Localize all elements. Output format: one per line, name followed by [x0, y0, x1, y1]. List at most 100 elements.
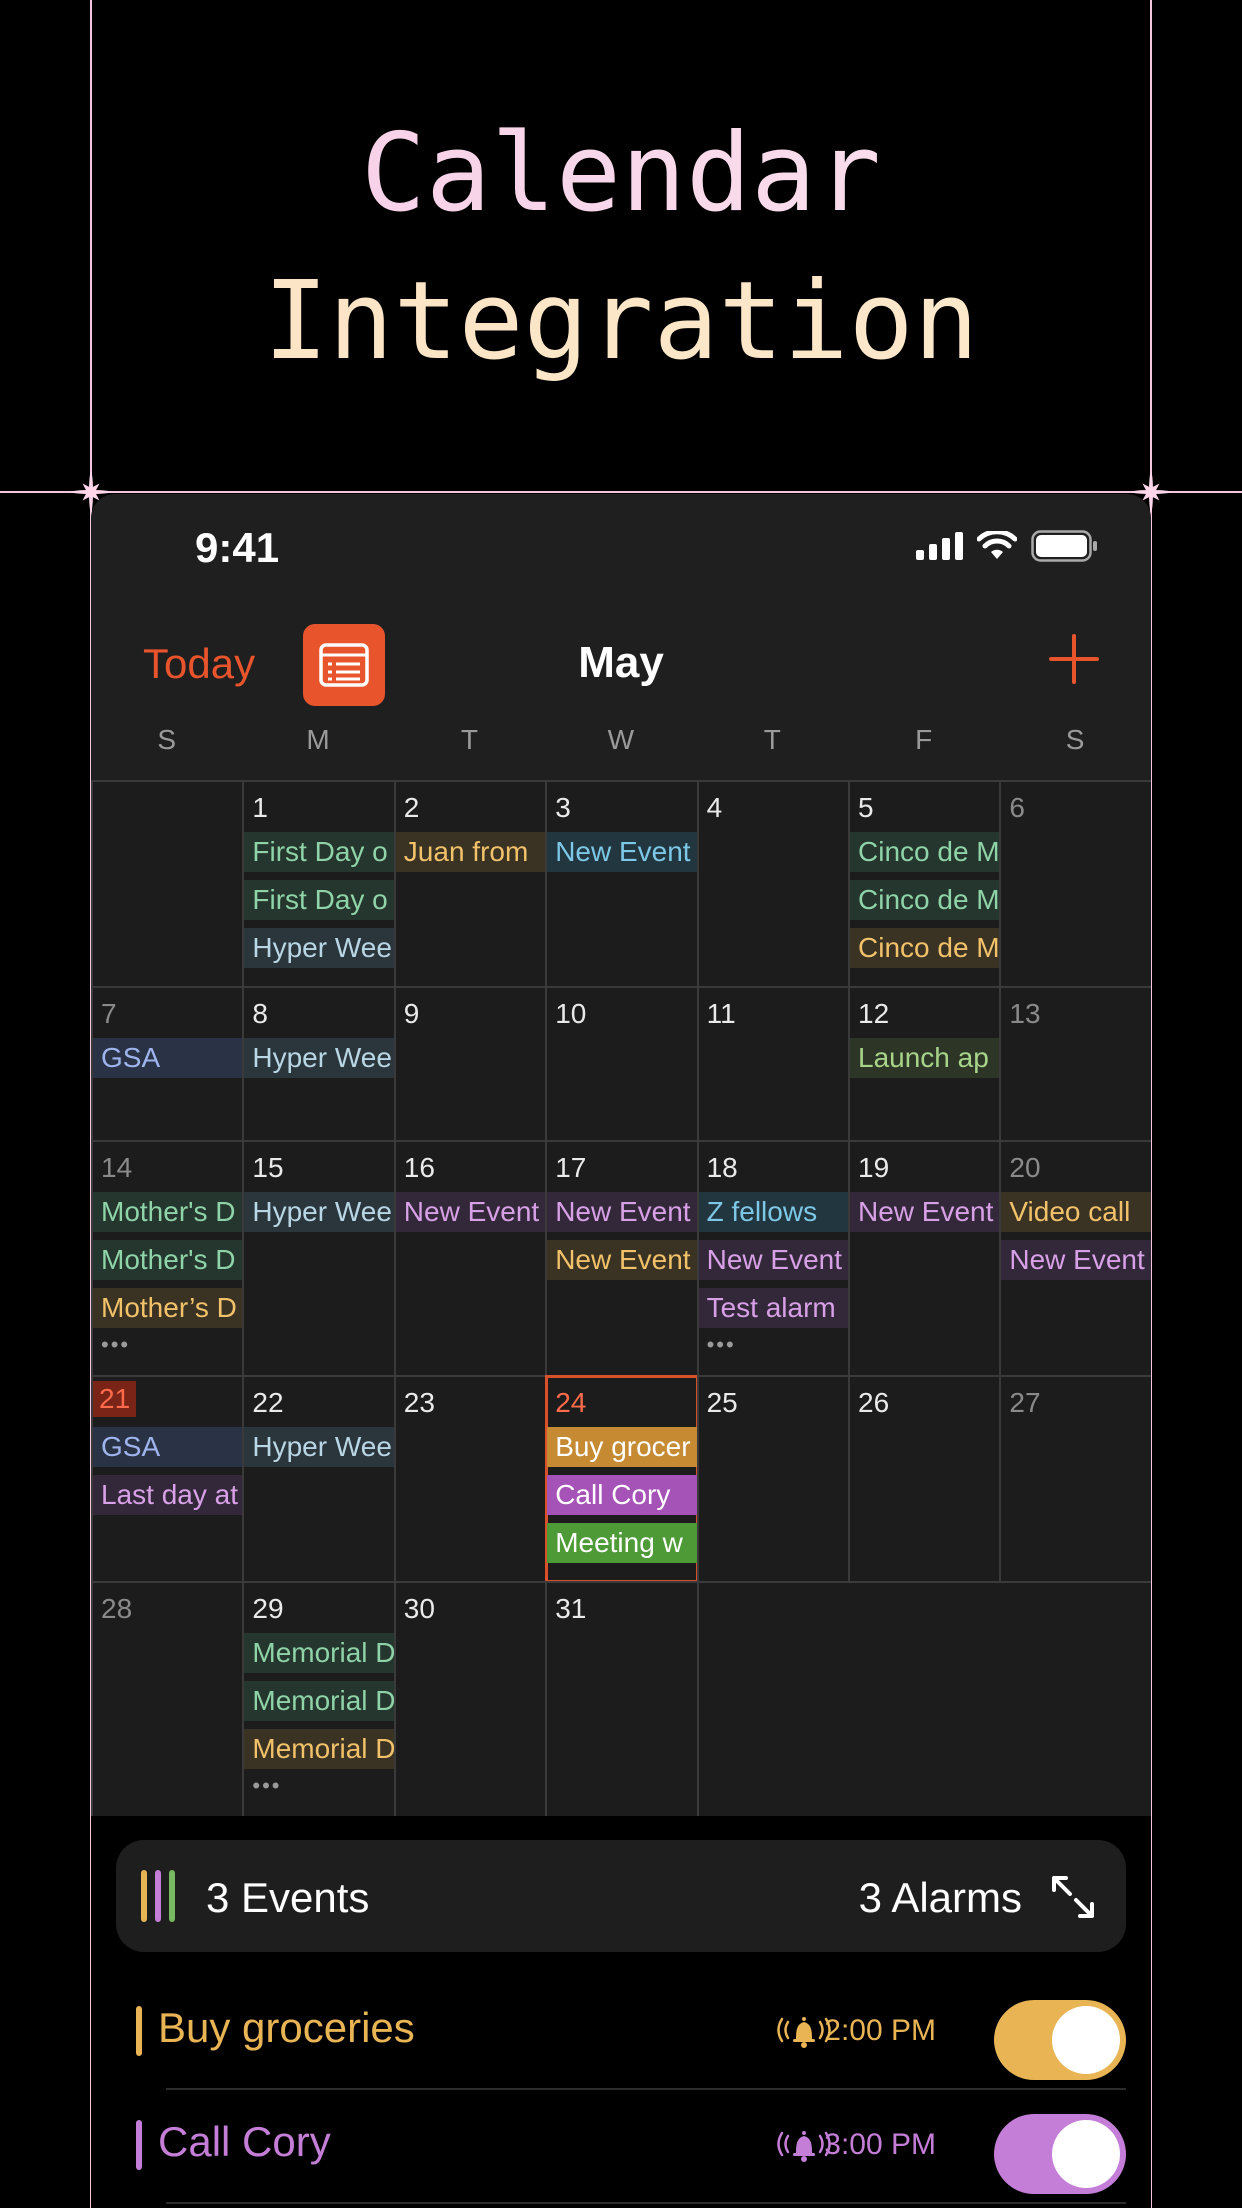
event-chip[interactable]: Meeting w [547, 1523, 699, 1563]
day-cell[interactable]: 28 [91, 1581, 245, 1818]
event-chip[interactable]: New Event [547, 832, 699, 872]
event-chip[interactable]: Mother's D [93, 1192, 245, 1232]
day-cell[interactable]: 11 [696, 986, 850, 1142]
more-events-indicator[interactable]: ••• [101, 1332, 130, 1358]
event-chip[interactable]: New Event [547, 1192, 699, 1232]
day-cell[interactable]: 30 [393, 1581, 548, 1818]
day-cell[interactable]: 18 Z fellows New Event Test alarm ••• [696, 1140, 850, 1377]
event-chip[interactable]: First Day o [244, 832, 396, 872]
day-number: 1 [252, 792, 268, 823]
calendar-toolbar: Today May [91, 614, 1151, 714]
event-chip[interactable]: New Event [850, 1192, 1002, 1232]
day-cell[interactable]: 4 [696, 780, 850, 988]
day-cell[interactable]: 1 First Day o First Day o Hyper Wee [242, 780, 396, 988]
day-cell[interactable]: 13 [999, 986, 1151, 1142]
expand-icon[interactable] [1048, 1872, 1098, 1922]
event-chip[interactable]: Hyper Wee [244, 1038, 396, 1078]
event-chip[interactable]: GSA [93, 1038, 245, 1078]
event-chip[interactable]: Launch ap [850, 1038, 1002, 1078]
day-cell[interactable]: 24 Buy grocer Call Cory Meeting w [545, 1375, 699, 1583]
day-cell[interactable]: 16 New Event [393, 1140, 548, 1377]
day-number: 15 [252, 1152, 284, 1183]
hero-title-line2: Integration [0, 248, 1242, 396]
event-chip[interactable]: Cinco de M [850, 880, 1002, 920]
alarms-count: 3 Alarms [858, 1874, 1022, 1921]
day-cell[interactable]: 29 Memorial D Memorial D Memorial D ••• [242, 1581, 396, 1818]
event-chip[interactable]: New Event [698, 1240, 850, 1280]
event-chip[interactable]: Hyper Wee [244, 1192, 396, 1232]
day-cell[interactable]: 8 Hyper Wee [242, 986, 396, 1142]
day-cell[interactable]: 23 [393, 1375, 548, 1583]
month-title: May [578, 638, 664, 687]
weekday-header: SMTWTFS [91, 724, 1151, 774]
alarm-toggle[interactable] [994, 2114, 1126, 2194]
day-cell[interactable]: 19 New Event [848, 1140, 1002, 1377]
event-chip[interactable]: New Event [547, 1240, 699, 1280]
day-cell[interactable]: 22 Hyper Wee [242, 1375, 396, 1583]
event-chip[interactable]: Memorial D [244, 1681, 396, 1721]
more-events-indicator[interactable]: ••• [707, 1332, 736, 1358]
event-chip[interactable]: Test alarm [698, 1288, 850, 1328]
day-number: 18 [706, 1152, 738, 1183]
alarm-row[interactable]: Call Cory 3:00 PM [136, 2090, 1126, 2200]
day-number: 20 [1009, 1152, 1041, 1183]
alarm-row[interactable]: Buy groceries 2:00 PM [136, 1976, 1126, 2086]
day-cell[interactable]: 5 Cinco de M Cinco de M Cinco de M [848, 780, 1002, 988]
day-cell[interactable]: 31 [545, 1581, 699, 1818]
battery-icon [1031, 530, 1097, 562]
event-chip[interactable]: Call Cory [547, 1475, 699, 1515]
event-chip[interactable]: Hyper Wee [244, 1427, 396, 1467]
day-number: 10 [555, 998, 587, 1029]
day-cell[interactable]: 2 Juan from [393, 780, 548, 988]
event-chip[interactable]: Cinco de M [850, 928, 1002, 968]
event-chip[interactable]: New Event [395, 1192, 548, 1232]
toggle-knob [1052, 2006, 1120, 2074]
event-chip[interactable]: Hyper Wee [244, 928, 396, 968]
event-chip[interactable]: Memorial D [244, 1729, 396, 1769]
weekday-label: S [1065, 724, 1085, 755]
day-cell[interactable]: 20 Video call New Event [999, 1140, 1151, 1377]
add-event-button[interactable] [1047, 632, 1101, 686]
day-number: 13 [1009, 998, 1041, 1029]
day-cell[interactable]: 6 [999, 780, 1151, 988]
day-number: 7 [101, 998, 117, 1029]
event-chip[interactable]: Cinco de M [850, 832, 1002, 872]
phone-screen: 9:41 Today May SMTWTFS 1 First Day o Fir… [91, 494, 1151, 2208]
event-chip[interactable]: First Day o [244, 880, 396, 920]
day-number: 16 [403, 1152, 435, 1183]
event-chip[interactable]: Z fellows [698, 1192, 850, 1232]
summary-bar[interactable]: 3 Events 3 Alarms [116, 1840, 1126, 1952]
day-cell[interactable]: 3 New Event [545, 780, 699, 988]
wifi-icon [977, 531, 1017, 559]
event-chip[interactable]: GSA [93, 1427, 245, 1467]
day-cell[interactable]: 14 Mother's D Mother's D Mother’s D ••• [91, 1140, 245, 1377]
day-cell[interactable]: 10 [545, 986, 699, 1142]
event-chip[interactable]: New Event [1001, 1240, 1151, 1280]
day-cell[interactable]: 27 [999, 1375, 1151, 1583]
day-number: 11 [706, 998, 736, 1029]
event-chip[interactable]: Mother’s D [93, 1288, 245, 1328]
weekday-label: T [460, 724, 479, 755]
event-chip[interactable]: Memorial D [244, 1633, 396, 1673]
hero-title-line1: Calendar [0, 100, 1242, 248]
event-chip[interactable]: Juan from [395, 832, 548, 872]
event-chip[interactable]: Video call [1001, 1192, 1151, 1232]
day-cell[interactable]: 12 Launch ap [848, 986, 1002, 1142]
event-chip[interactable]: Last day at [93, 1475, 245, 1515]
day-cell[interactable]: 21 GSA Last day at [91, 1375, 245, 1583]
day-cell[interactable]: 7 GSA [91, 986, 245, 1142]
event-chip[interactable]: Buy grocer [547, 1427, 699, 1467]
status-icons [916, 530, 1099, 562]
calendar-color-bar [136, 2006, 142, 2056]
alarm-toggle[interactable] [994, 2000, 1126, 2080]
day-cell[interactable]: 15 Hyper Wee [242, 1140, 396, 1377]
day-cell[interactable] [91, 780, 245, 988]
day-cell[interactable]: 26 [848, 1375, 1002, 1583]
day-cell[interactable]: 25 [696, 1375, 850, 1583]
day-cell[interactable]: 9 [393, 986, 548, 1142]
cellular-signal-icon [916, 532, 963, 560]
empty-cell [696, 1581, 850, 1818]
event-chip[interactable]: Mother's D [93, 1240, 245, 1280]
day-cell[interactable]: 17 New Event New Event [545, 1140, 699, 1377]
more-events-indicator[interactable]: ••• [252, 1773, 281, 1799]
